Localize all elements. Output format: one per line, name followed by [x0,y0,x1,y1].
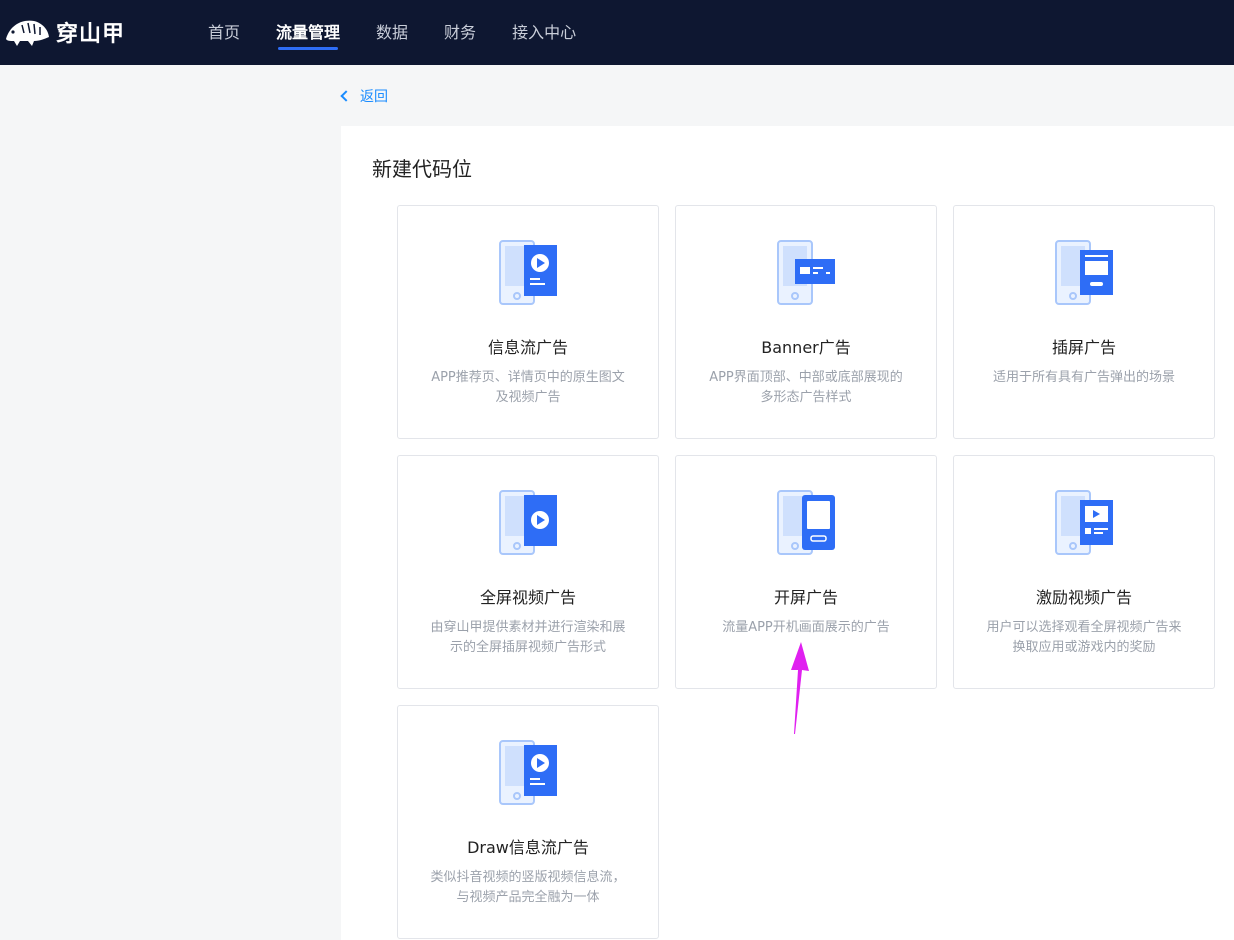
page-title: 新建代码位 [372,157,472,181]
card-description: 流量APP开机画面展示的广告 [722,620,890,635]
draw-feed-ad-icon [499,740,557,805]
card-title: 开屏广告 [773,588,838,607]
card-title: Banner广告 [761,338,851,357]
card-title: 激励视频广告 [1035,588,1132,607]
ad-type-card-draw-feed[interactable]: Draw信息流广告 类似抖音视频的竖版视频信息流，与视频产品完全融为一体 [397,705,659,939]
splash-ad-icon [777,490,835,555]
ad-type-card-splash[interactable]: 开屏广告 流量APP开机画面展示的广告 [675,455,937,689]
feed-ad-icon [499,240,557,305]
card-description: APP界面顶部、中部或底部展现的多形态广告样式 [709,370,903,405]
ad-type-card-banner[interactable]: Banner广告 APP界面顶部、中部或底部展现的多形态广告样式 [675,205,937,439]
top-navigation-bar: 穿山甲 首页 流量管理 数据 财务 接入中心 [0,0,1234,65]
card-title: 信息流广告 [487,338,568,357]
card-description: 适用于所有具有广告弹出的场景 [992,370,1175,385]
nav-item-finance[interactable]: 财务 [426,0,494,65]
back-label: 返回 [360,89,388,105]
ad-type-card-fullscreen-video[interactable]: 全屏视频广告 由穿山甲提供素材并进行渲染和展示的全屏插屏视频广告形式 [397,455,659,689]
interstitial-ad-icon [1055,240,1113,305]
card-description: 由穿山甲提供素材并进行渲染和展示的全屏插屏视频广告形式 [430,620,626,655]
chevron-left-icon [340,90,352,102]
nav-item-traffic-management[interactable]: 流量管理 [258,0,358,65]
nav-item-data[interactable]: 数据 [358,0,426,65]
card-title: Draw信息流广告 [467,838,589,857]
ad-type-card-interstitial[interactable]: 插屏广告 适用于所有具有广告弹出的场景 [953,205,1215,439]
card-description: 类似抖音视频的竖版视频信息流，与视频产品完全融为一体 [430,870,626,905]
card-title: 插屏广告 [1051,338,1116,357]
logo[interactable]: 穿山甲 [4,14,125,50]
card-description: APP推荐页、详情页中的原生图文及视频广告 [431,370,625,405]
card-description: 用户可以选择观看全屏视频广告来换取应用或游戏内的奖励 [986,620,1182,655]
card-title: 全屏视频广告 [479,588,576,607]
pangolin-logo-icon [6,20,49,46]
nav-item-home[interactable]: 首页 [190,0,258,65]
fullscreen-video-ad-icon [499,490,557,555]
ad-type-card-feed[interactable]: 信息流广告 APP推荐页、详情页中的原生图文及视频广告 [397,205,659,439]
rewarded-video-ad-icon [1055,490,1113,555]
ad-type-card-rewarded-video[interactable]: 激励视频广告 用户可以选择观看全屏视频广告来换取应用或游戏内的奖励 [953,455,1215,689]
banner-ad-icon [777,240,835,305]
main-nav: 首页 流量管理 数据 财务 接入中心 [190,0,594,65]
back-link[interactable]: 返回 [340,86,388,106]
logo-text: 穿山甲 [56,22,126,47]
new-ad-slot-panel: 新建代码位 信息流广告 APP推荐页、详情页中的原生图文及视频广告 Banner… [341,126,1234,940]
nav-item-access-center[interactable]: 接入中心 [494,0,594,65]
